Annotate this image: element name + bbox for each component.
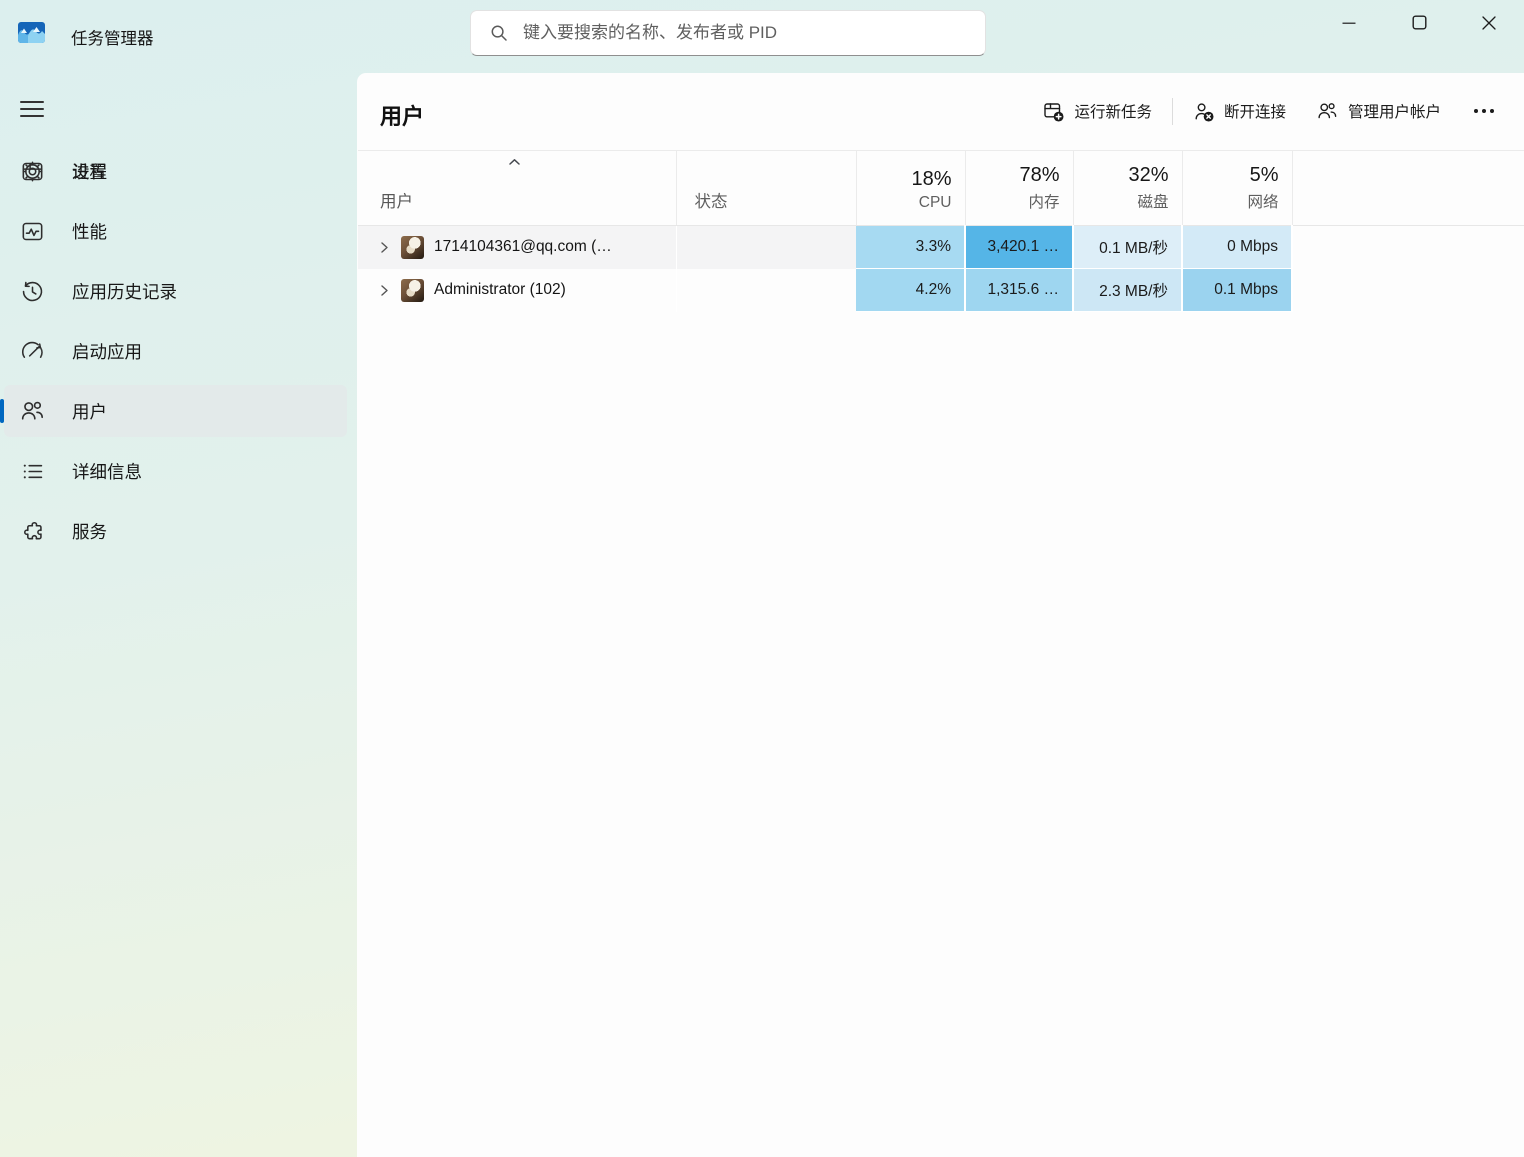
user-name: Administrator (102) bbox=[434, 281, 566, 299]
user-row[interactable]: Administrator (102) 4.2% 1,315.6 … 2.3 M… bbox=[358, 269, 1524, 312]
user-name: 1714104361@qq.com (… bbox=[434, 238, 612, 256]
gear-icon bbox=[19, 158, 45, 184]
column-header-network[interactable]: 5% 网络 bbox=[1182, 151, 1292, 226]
app-icon bbox=[18, 22, 45, 43]
manage-accounts-label: 管理用户帐户 bbox=[1348, 100, 1441, 122]
cpu-total: 18% bbox=[857, 168, 952, 191]
page-title: 用户 bbox=[380, 99, 424, 131]
filler-cell bbox=[1292, 269, 1524, 312]
app-title: 任务管理器 bbox=[71, 25, 154, 49]
cpu-cell: 3.3% bbox=[856, 226, 965, 269]
status-cell bbox=[676, 269, 856, 312]
expand-chevron-icon[interactable] bbox=[377, 284, 391, 297]
cpu-cell: 4.2% bbox=[856, 269, 965, 312]
disconnect-label: 断开连接 bbox=[1224, 100, 1286, 122]
network-cell: 0 Mbps bbox=[1182, 226, 1292, 269]
disk-cell: 0.1 MB/秒 bbox=[1073, 226, 1182, 269]
more-options-button[interactable] bbox=[1456, 91, 1512, 131]
disconnect-button[interactable]: 断开连接 bbox=[1178, 91, 1301, 131]
titlebar: 任务管理器 bbox=[0, 0, 1524, 72]
close-button[interactable] bbox=[1454, 0, 1524, 45]
memory-total: 78% bbox=[966, 164, 1060, 187]
status-cell bbox=[676, 226, 856, 269]
hamburger-menu-button[interactable] bbox=[16, 94, 48, 124]
toolbar-divider bbox=[1172, 98, 1173, 125]
memory-cell: 3,420.1 … bbox=[965, 226, 1073, 269]
maximize-button[interactable] bbox=[1384, 0, 1454, 45]
network-total: 5% bbox=[1183, 164, 1279, 187]
column-header-disk[interactable]: 32% 磁盘 bbox=[1073, 151, 1182, 226]
sort-ascending-icon bbox=[508, 158, 521, 166]
run-new-task-button[interactable]: 运行新任务 bbox=[1028, 91, 1167, 131]
sidebar-item-settings[interactable]: 设置 bbox=[4, 145, 347, 197]
manage-accounts-icon bbox=[1316, 100, 1338, 122]
expand-chevron-icon[interactable] bbox=[377, 241, 391, 254]
memory-cell: 1,315.6 … bbox=[965, 269, 1073, 312]
table-header-row: 用户 状态 18% CPU 78% 内存 32% 磁盘 bbox=[358, 151, 1524, 226]
column-header-status[interactable]: 状态 bbox=[676, 151, 856, 226]
window-controls bbox=[1314, 0, 1524, 45]
sidebar-item-label: 设置 bbox=[72, 159, 107, 184]
sidebar: 进程 性能 应用历史记录 bbox=[0, 72, 355, 1157]
toolbar: 运行新任务 断开连接 bbox=[1028, 89, 1512, 133]
user-row[interactable]: 1714104361@qq.com (… 3.3% 3,420.1 … 0.1 … bbox=[358, 226, 1524, 269]
manage-accounts-button[interactable]: 管理用户帐户 bbox=[1301, 91, 1456, 131]
run-new-task-label: 运行新任务 bbox=[1074, 100, 1152, 122]
network-cell: 0.1 Mbps bbox=[1182, 269, 1292, 312]
disk-total: 32% bbox=[1074, 164, 1169, 187]
more-ellipsis-icon bbox=[1473, 108, 1495, 114]
column-header-filler bbox=[1292, 151, 1524, 226]
search-input[interactable] bbox=[523, 23, 971, 43]
search-icon bbox=[490, 24, 508, 42]
search-box[interactable] bbox=[470, 10, 986, 56]
user-avatar bbox=[401, 279, 424, 302]
disconnect-icon bbox=[1193, 101, 1214, 122]
minimize-button[interactable] bbox=[1314, 0, 1384, 45]
filler-cell bbox=[1292, 226, 1524, 269]
column-header-cpu[interactable]: 18% CPU bbox=[856, 151, 965, 226]
user-avatar bbox=[401, 236, 424, 259]
disk-cell: 2.3 MB/秒 bbox=[1073, 269, 1182, 312]
users-table: 用户 状态 18% CPU 78% 内存 32% 磁盘 bbox=[358, 150, 1524, 312]
column-header-user[interactable]: 用户 bbox=[358, 151, 676, 226]
main-panel: 用户 运行新任务 断开连接 bbox=[357, 73, 1524, 1157]
run-new-task-icon bbox=[1043, 101, 1064, 122]
column-header-memory[interactable]: 78% 内存 bbox=[965, 151, 1073, 226]
